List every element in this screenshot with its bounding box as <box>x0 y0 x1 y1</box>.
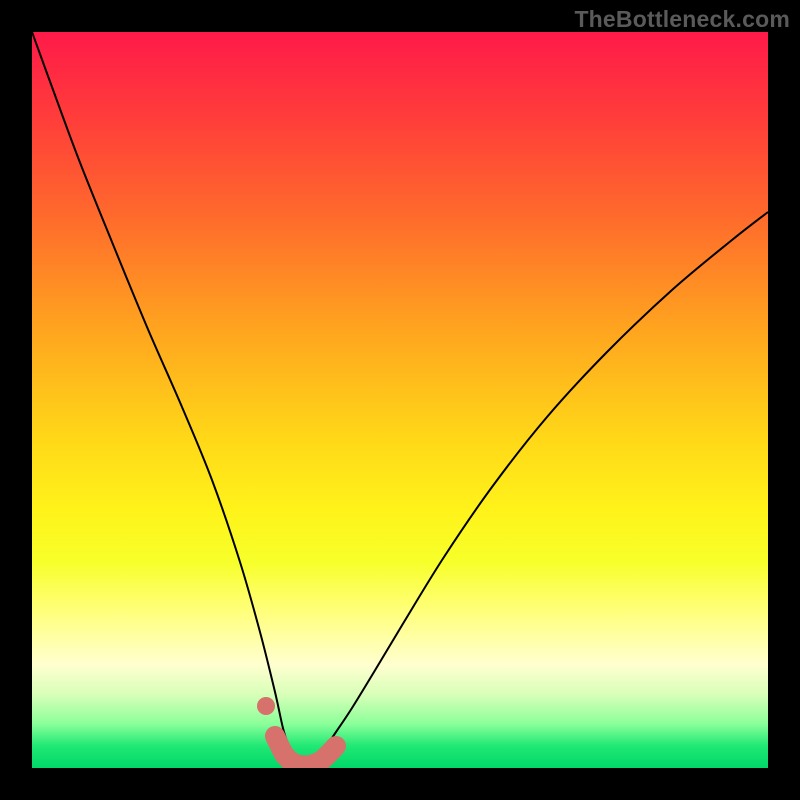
watermark-text: TheBottleneck.com <box>574 6 790 33</box>
chart-path-highlight-band <box>275 736 336 766</box>
chart-plot-area <box>32 32 768 768</box>
chart-svg <box>32 32 768 768</box>
chart-path-bottleneck-curve <box>32 32 768 763</box>
chart-marker-highlight-dot-left <box>257 697 275 715</box>
chart-frame: TheBottleneck.com <box>0 0 800 800</box>
